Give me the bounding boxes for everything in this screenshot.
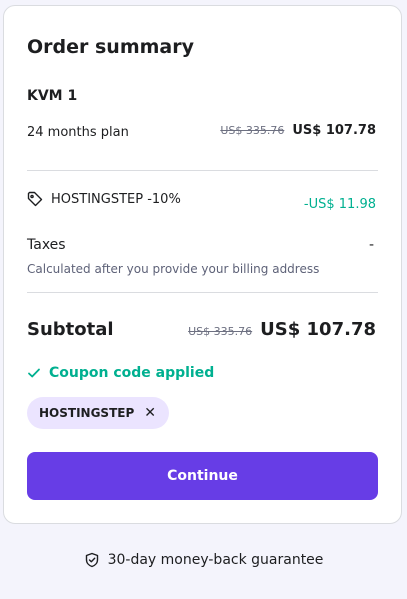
guarantee-label: 30-day money-back guarantee bbox=[107, 552, 324, 568]
shield-check-icon bbox=[84, 552, 100, 568]
order-summary-title: Order summary bbox=[27, 36, 195, 58]
plan-price: US$ 335.76 US$ 107.78 bbox=[220, 123, 376, 138]
taxes-note: Calculated after you provide your billin… bbox=[27, 262, 320, 276]
plan-new-price: US$ 107.78 bbox=[292, 123, 376, 138]
subtotal-old-price: US$ 335.76 bbox=[188, 325, 253, 338]
coupon-chip: HOSTINGSTEP ✕ bbox=[27, 397, 169, 429]
close-icon[interactable]: ✕ bbox=[144, 406, 156, 420]
coupon-discount-line: HOSTINGSTEP -10% bbox=[27, 191, 181, 207]
coupon-chip-label: HOSTINGSTEP bbox=[39, 406, 135, 420]
divider bbox=[27, 292, 378, 293]
taxes-label: Taxes bbox=[27, 237, 66, 253]
check-icon bbox=[27, 366, 41, 380]
plan-old-price: US$ 335.76 bbox=[220, 124, 285, 137]
continue-button[interactable]: Continue bbox=[27, 452, 378, 500]
subtotal-label: Subtotal bbox=[27, 319, 114, 340]
subtotal-price: US$ 335.76 US$ 107.78 bbox=[188, 319, 376, 340]
order-summary-card: Order summary KVM 1 24 months plan US$ 3… bbox=[3, 5, 402, 524]
taxes-value: - bbox=[368, 237, 374, 253]
subtotal-new-price: US$ 107.78 bbox=[260, 319, 376, 340]
tag-icon bbox=[27, 191, 43, 207]
discount-amount: -US$ 11.98 bbox=[303, 197, 376, 212]
coupon-applied-status: Coupon code applied bbox=[27, 365, 214, 381]
money-back-guarantee: 30-day money-back guarantee bbox=[0, 552, 407, 568]
coupon-code-label: HOSTINGSTEP -10% bbox=[51, 191, 181, 207]
plan-name: KVM 1 bbox=[27, 88, 78, 104]
coupon-applied-label: Coupon code applied bbox=[49, 365, 215, 381]
divider bbox=[27, 170, 378, 171]
plan-period: 24 months plan bbox=[27, 125, 129, 140]
